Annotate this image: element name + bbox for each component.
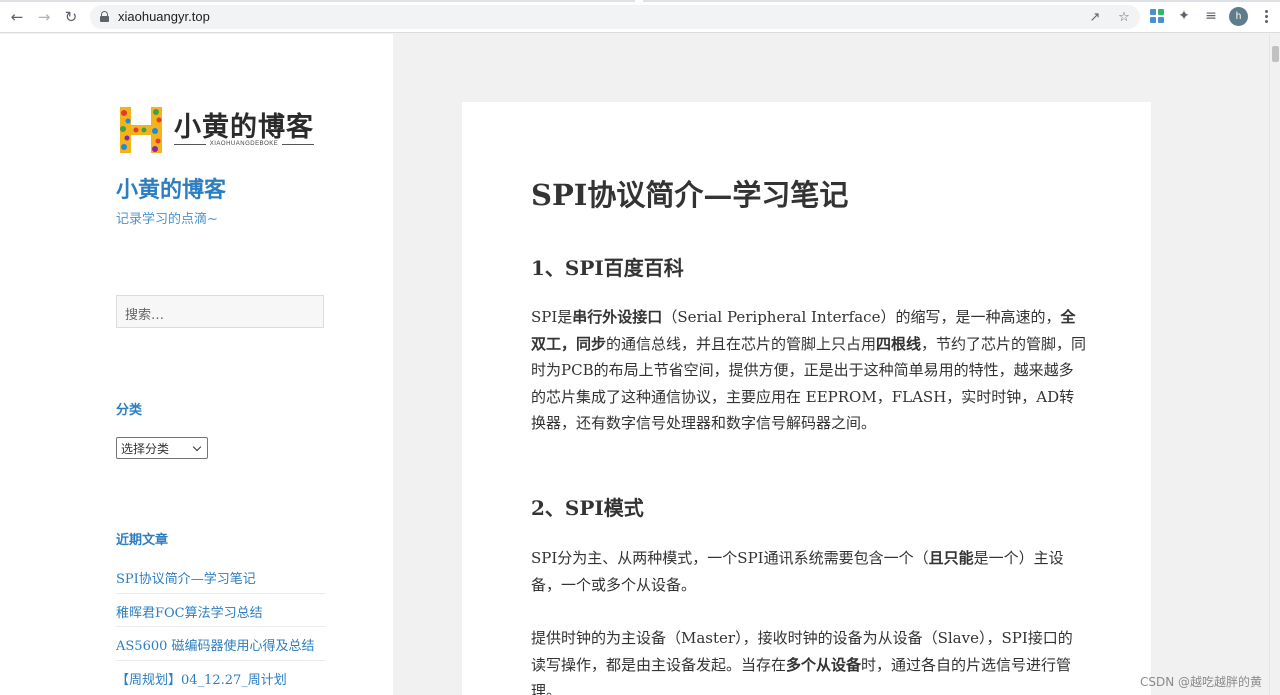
section-heading: 1、SPI百度百科 — [531, 256, 684, 280]
tab-strip-edge — [0, 0, 1280, 2]
recent-posts-list: SPI协议简介—学习笔记 稚晖君FOC算法学习总结 AS5600 磁编码器使用心… — [116, 560, 325, 694]
extensions-puzzle-icon[interactable]: ✦ — [1176, 8, 1192, 24]
forward-arrow-icon[interactable]: → — [34, 7, 54, 27]
bookmark-star-icon[interactable]: ☆ — [1116, 9, 1132, 25]
reading-list-icon[interactable]: ≡ — [1203, 8, 1219, 24]
recent-post-link[interactable]: 稚晖君FOC算法学习总结 — [116, 594, 325, 627]
recent-post-link[interactable]: SPI协议简介—学习笔记 — [116, 560, 325, 594]
recent-posts-title: 近期文章 — [116, 533, 169, 548]
site-title[interactable]: 小黄的博客 — [116, 172, 226, 204]
scrollbar-thumb[interactable] — [1272, 46, 1279, 62]
csdn-watermark: CSDN @越吃越胖的黄 — [1140, 675, 1263, 689]
share-icon[interactable]: ↗ — [1087, 9, 1103, 25]
article-paragraph: SPI是串行外设接口（Serial Peripheral Interface）的… — [531, 308, 1087, 432]
site-logo[interactable]: 小黄的博客 XIAOHUANGDEBOKE — [118, 103, 318, 155]
categories-title: 分类 — [116, 403, 143, 418]
category-select-value: 选择分类 — [121, 441, 170, 456]
reload-icon[interactable]: ↻ — [61, 7, 81, 27]
logo-h-mark-icon — [120, 107, 162, 153]
article-paragraph: 提供时钟的为主设备（Master），接收时钟的设备为从设备（Slave），SPI… — [531, 629, 1073, 695]
search-input[interactable]: 搜索… — [116, 295, 324, 328]
article-paragraph: SPI分为主、从两种模式，一个SPI通讯系统需要包含一个（且只能是一个）主设备，… — [531, 549, 1064, 594]
back-arrow-icon[interactable]: ← — [7, 7, 27, 27]
browser-toolbar: ← → ↻ xiaohuangyr.top ↗ ☆ ✦ ≡ h — [0, 0, 1280, 33]
recent-post-link[interactable]: AS5600 磁编码器使用心得及总结 — [116, 627, 325, 661]
url-text: xiaohuangyr.top — [118, 9, 210, 24]
extension-grid-icon[interactable] — [1149, 8, 1165, 24]
recent-post-link[interactable]: 【周规划】04_12.27_周计划 — [116, 661, 325, 695]
category-select[interactable]: 选择分类 — [116, 437, 208, 459]
article-title: SPI协议简介—学习笔记 — [531, 178, 849, 212]
article: SPI协议简介—学习笔记 1、SPI百度百科 SPI是串行外设接口（Serial… — [462, 102, 1151, 695]
site-description: 记录学习的点滴~ — [116, 212, 218, 227]
logo-text: 小黄的博客 — [174, 112, 314, 143]
logo-subtext: XIAOHUANGDEBOKE — [174, 141, 315, 147]
section-heading: 2、SPI模式 — [531, 496, 644, 520]
menu-dots-icon[interactable] — [1258, 8, 1274, 24]
profile-avatar[interactable]: h — [1229, 7, 1248, 26]
address-bar[interactable]: xiaohuangyr.top ↗ ☆ — [90, 5, 1140, 29]
chevron-down-icon — [192, 442, 202, 451]
lock-icon — [100, 11, 109, 22]
page-scrollbar[interactable] — [1269, 34, 1280, 695]
